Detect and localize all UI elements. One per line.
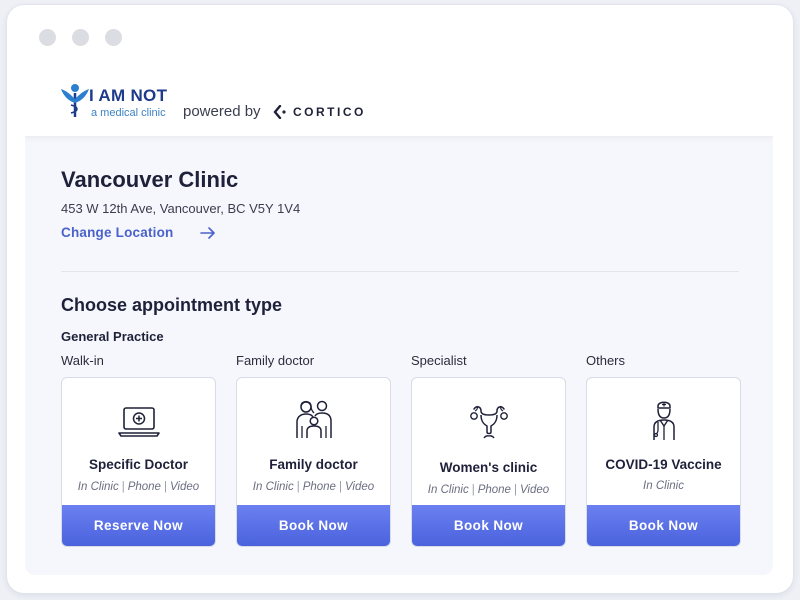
mode-phone: Phone: [302, 481, 336, 493]
book-now-button[interactable]: Book Now: [237, 505, 390, 546]
clinic-address: 453 W 12th Ave, Vancouver, BC V5Y 1V4: [61, 201, 301, 216]
family-icon: [295, 400, 332, 438]
card-modes: In Clinic | Phone | Video: [412, 484, 565, 496]
card-modes: In Clinic: [587, 480, 740, 492]
mode-in-clinic: In Clinic: [77, 481, 119, 493]
window-controls: [39, 29, 122, 46]
mode-separator: |: [296, 481, 300, 493]
change-location-link[interactable]: Change Location: [61, 225, 216, 240]
window-dot-minimize[interactable]: [72, 29, 89, 46]
mode-separator: |: [338, 481, 342, 493]
cortico-logo-icon: [273, 105, 286, 119]
card-title: Women's clinic: [439, 460, 538, 475]
mode-video: Video: [169, 481, 200, 493]
category-label-walk-in: Walk-in: [61, 353, 104, 368]
appointment-card-specific-doctor[interactable]: Specific Doctor In Clinic | Phone | Video Re…: [61, 377, 216, 547]
mode-separator: |: [471, 484, 475, 496]
mode-video: Video: [519, 484, 550, 496]
window-dot-close[interactable]: [39, 29, 56, 46]
mode-separator: |: [513, 484, 517, 496]
category-label-others: Others: [586, 353, 626, 368]
mode-in-clinic: In Clinic: [643, 480, 684, 492]
book-now-button[interactable]: Book Now: [412, 505, 565, 546]
brand-title: I AM NOT: [89, 86, 168, 105]
powered-by-label: powered by: [183, 103, 261, 120]
section-title: Choose appointment type: [61, 295, 283, 315]
brand-subtitle: a medical clinic: [91, 107, 166, 119]
card-title: Specific Doctor: [88, 457, 189, 472]
book-now-button[interactable]: Book Now: [587, 505, 740, 546]
reserve-now-button[interactable]: Reserve Now: [62, 505, 215, 546]
mode-video: Video: [344, 481, 375, 493]
appointment-card-covid-vaccine[interactable]: COVID-19 Vaccine In Clinic Book Now: [586, 377, 741, 547]
mode-separator: |: [163, 481, 167, 493]
browser-window: I AM NOT a medical clinic powered by COR…: [6, 4, 794, 594]
card-title: COVID-19 Vaccine: [605, 457, 722, 472]
card-modes: In Clinic | Phone | Video: [62, 481, 215, 493]
divider: [61, 271, 739, 272]
clinic-logo-icon: [61, 84, 89, 117]
group-title: General Practice: [61, 329, 164, 344]
appointment-card-womens-clinic[interactable]: Women's clinic In Clinic | Phone | Video Boo…: [411, 377, 566, 547]
mode-phone: Phone: [477, 484, 511, 496]
category-label-family-doctor: Family doctor: [236, 353, 315, 368]
page-header: I AM NOT a medical clinic powered by COR…: [25, 67, 773, 137]
mode-in-clinic: In Clinic: [252, 481, 294, 493]
partner-name: CORTICO: [293, 105, 366, 119]
clinic-name: Vancouver Clinic: [61, 167, 239, 192]
arrow-right-icon: [199, 226, 215, 239]
doctor-icon: [652, 401, 675, 440]
card-title: Family doctor: [269, 457, 358, 472]
uterus-icon: [469, 405, 508, 439]
laptop-plus-icon: [117, 407, 160, 437]
card-modes: In Clinic | Phone | Video: [237, 481, 390, 493]
window-dot-maximize[interactable]: [105, 29, 122, 46]
mode-separator: |: [121, 481, 125, 493]
booking-page: I AM NOT a medical clinic powered by COR…: [25, 67, 773, 575]
change-location-label: Change Location: [61, 225, 174, 240]
appointment-card-family-doctor[interactable]: Family doctor In Clinic | Phone | Video Book…: [236, 377, 391, 547]
mode-phone: Phone: [127, 481, 161, 493]
category-label-specialist: Specialist: [411, 353, 467, 368]
mode-in-clinic: In Clinic: [427, 484, 469, 496]
